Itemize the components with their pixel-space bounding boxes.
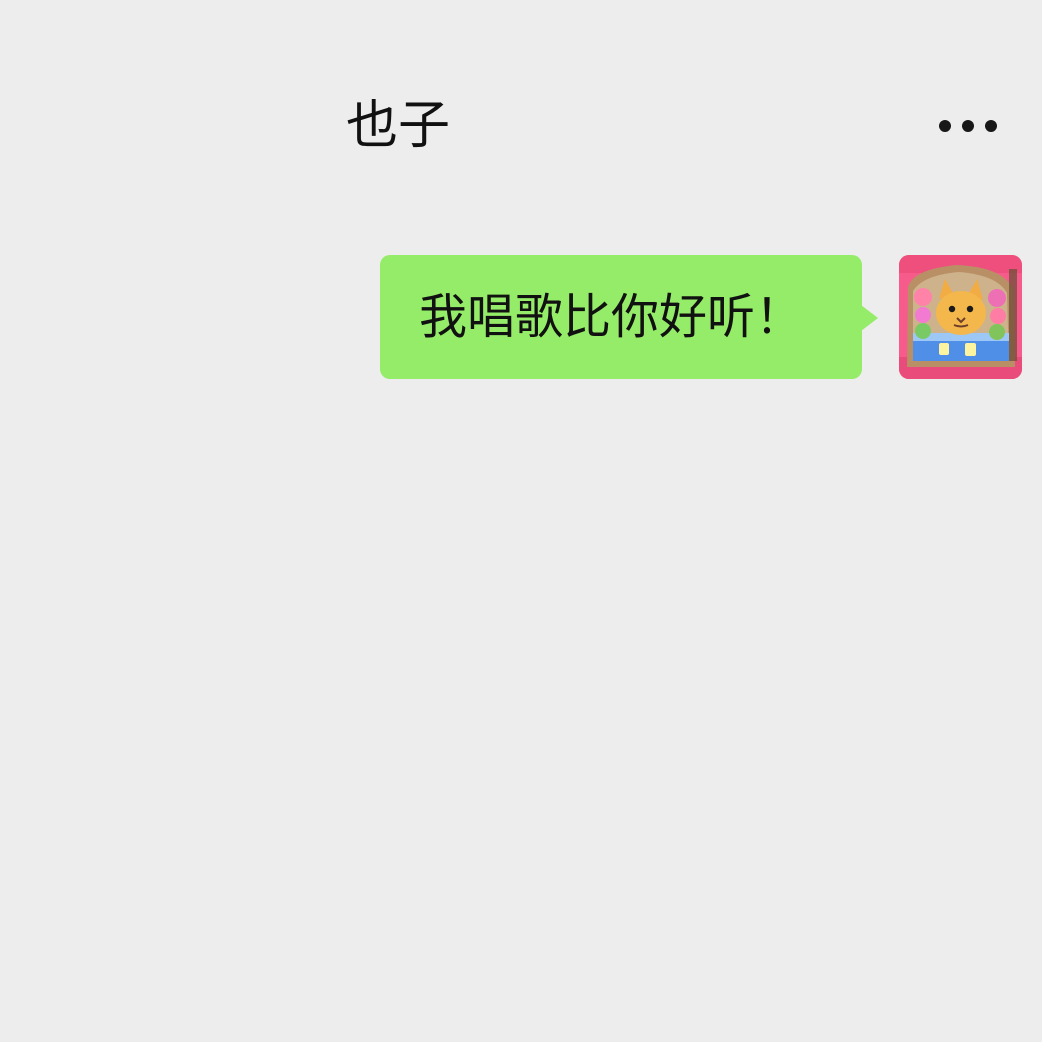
message-text: 我唱歌比你好听！ xyxy=(419,289,804,345)
more-dot-icon xyxy=(962,120,974,132)
chat-window: 也子 我唱歌比你好听！ xyxy=(0,0,1042,1042)
message-list[interactable]: 我唱歌比你好听！ xyxy=(0,192,1042,1042)
more-dot-icon xyxy=(939,120,951,132)
more-dot-icon xyxy=(985,120,997,132)
avatar[interactable] xyxy=(899,255,1022,379)
more-options-button[interactable] xyxy=(930,106,1006,146)
bubble-tail xyxy=(861,305,878,331)
chat-title: 也子 xyxy=(346,96,451,156)
chat-header: 也子 xyxy=(0,0,1042,192)
message-bubble[interactable]: 我唱歌比你好听！ xyxy=(380,255,878,379)
outgoing-message: 我唱歌比你好听！ xyxy=(0,255,1042,379)
cat-toast-avatar-icon xyxy=(899,255,1022,379)
